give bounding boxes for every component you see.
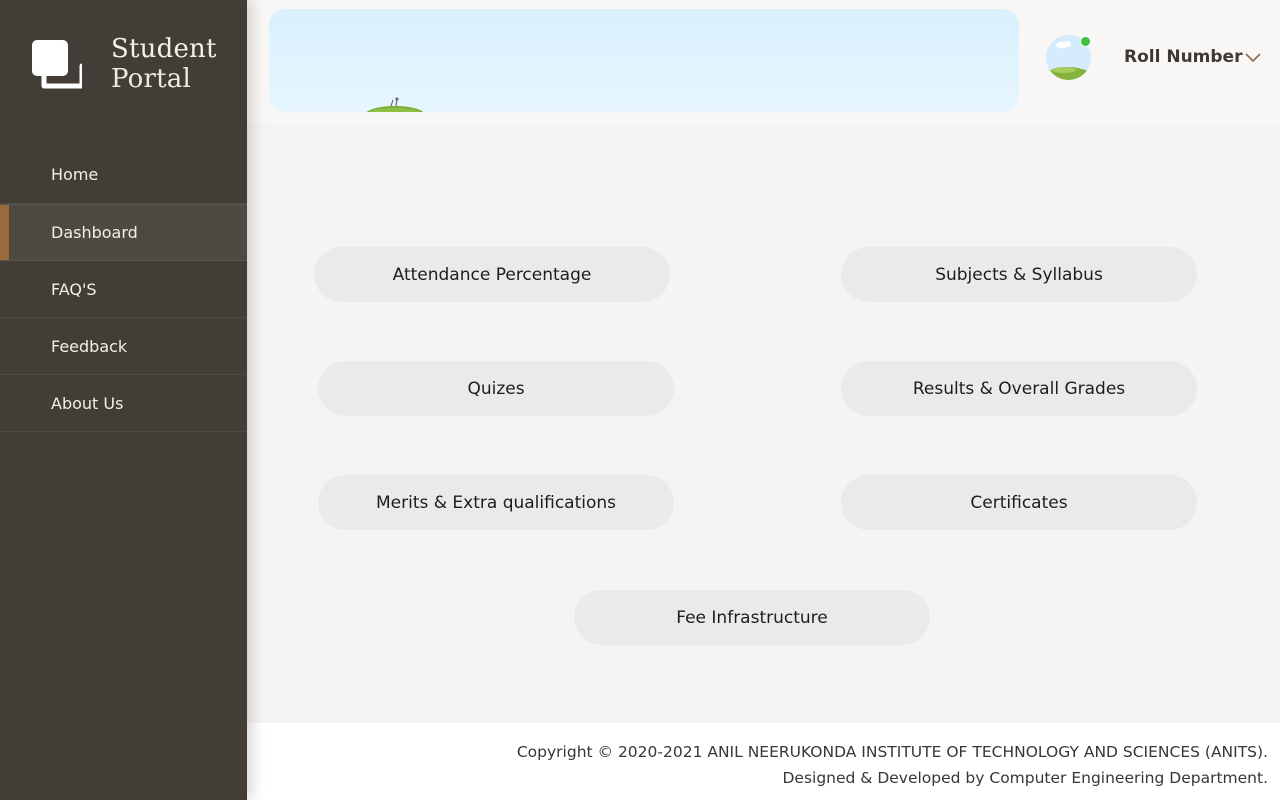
landscape-illustration-icon (366, 97, 424, 112)
dashboard-main: Attendance Percentage Subjects & Syllabu… (247, 124, 1280, 723)
certificates-button[interactable]: Certificates (841, 475, 1197, 530)
sidebar-item-faqs[interactable]: FAQ'S (0, 261, 247, 318)
sidebar-nav: Home Dashboard FAQ'S Feedback About Us (0, 146, 247, 432)
brand-title-line1: Student (111, 34, 217, 64)
sidebar-item-label: Home (51, 165, 99, 184)
sidebar-item-home[interactable]: Home (0, 146, 247, 204)
header-banner-image (269, 9, 1019, 112)
fee-infrastructure-button[interactable]: Fee Infrastructure (574, 590, 930, 645)
chevron-down-icon (1245, 53, 1262, 63)
sidebar-item-label: Feedback (51, 336, 128, 356)
credits-text: Designed & Developed by Computer Enginee… (782, 769, 1268, 787)
brand-title: Student Portal (111, 34, 217, 94)
attendance-percentage-button[interactable]: Attendance Percentage (314, 247, 670, 302)
merits-qualifications-button[interactable]: Merits & Extra qualifications (318, 475, 674, 530)
sidebar-item-dashboard[interactable]: Dashboard (0, 204, 247, 261)
online-status-dot (1080, 36, 1091, 47)
page-footer: Copyright © 2020-2021 ANIL NEERUKONDA IN… (247, 723, 1280, 800)
sidebar-item-about-us[interactable]: About Us (0, 375, 247, 432)
sidebar-item-label: Dashboard (51, 223, 138, 242)
roll-number-dropdown[interactable]: Roll Number (1124, 44, 1262, 70)
roll-number-label: Roll Number (1124, 47, 1243, 67)
sidebar-item-feedback[interactable]: Feedback (0, 318, 247, 375)
copyright-text: Copyright © 2020-2021 ANIL NEERUKONDA IN… (516, 743, 1268, 761)
results-grades-button[interactable]: Results & Overall Grades (841, 361, 1197, 416)
sidebar-item-label: FAQ'S (51, 279, 97, 299)
quizes-button[interactable]: Quizes (318, 361, 674, 416)
sidebar: Student Portal Home Dashboard FAQ'S Feed… (0, 0, 247, 800)
subjects-syllabus-button[interactable]: Subjects & Syllabus (841, 247, 1197, 302)
brand-title-line2: Portal (111, 64, 191, 94)
top-header: Roll Number (247, 0, 1280, 124)
portal-logo-icon (32, 40, 82, 89)
brand[interactable]: Student Portal (30, 34, 220, 104)
sidebar-item-label: About Us (51, 393, 124, 413)
